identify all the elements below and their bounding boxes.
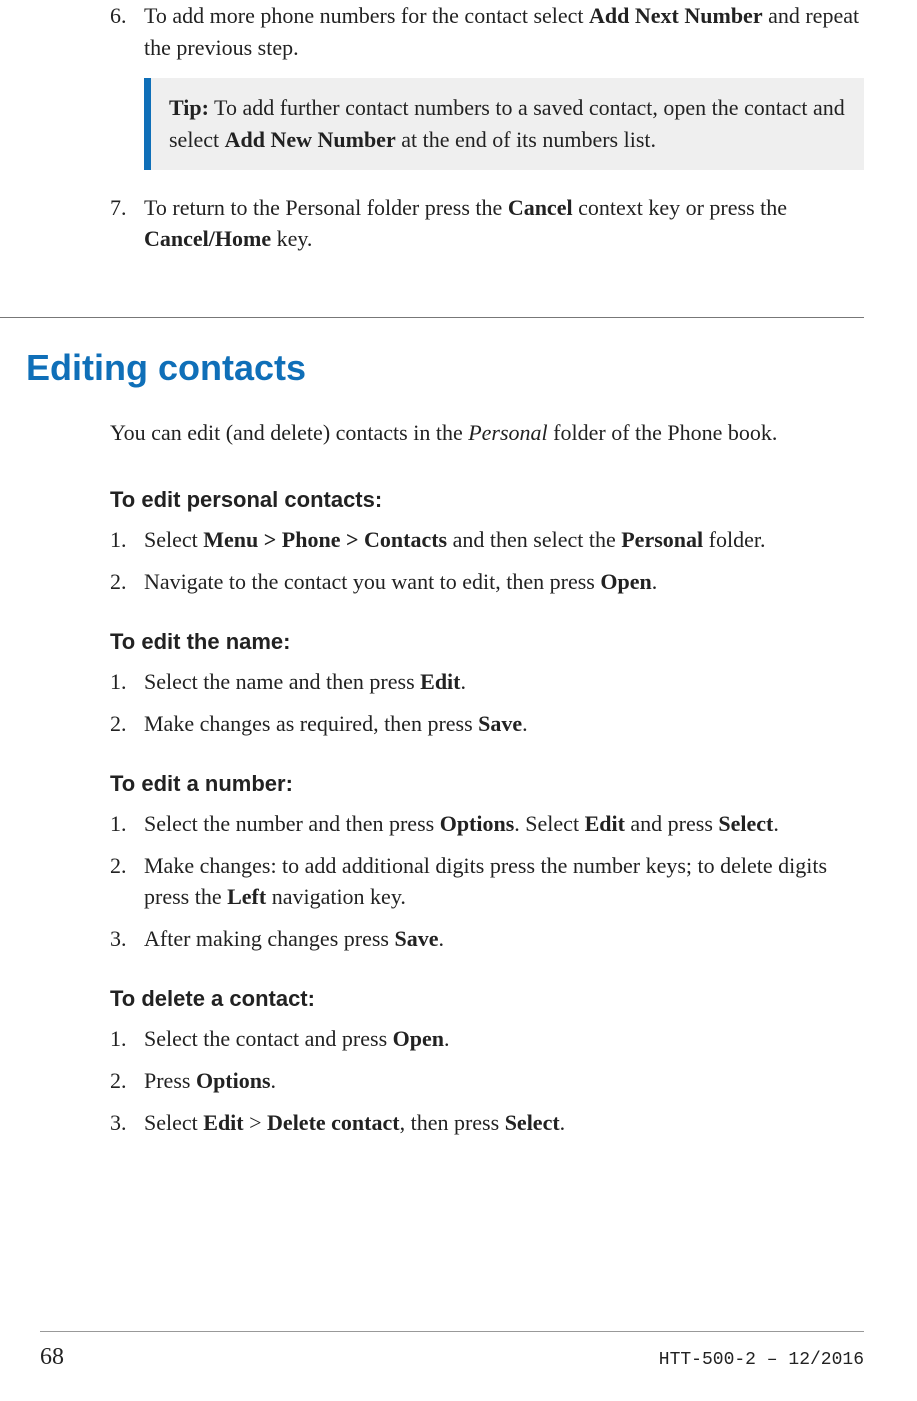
subhead-edit-number: To edit a number:: [110, 768, 864, 800]
step-text: Select Edit > Delete contact, then press…: [144, 1110, 565, 1135]
list-item: 1. Select Menu > Phone > Contacts and th…: [110, 524, 864, 556]
section-intro: You can edit (and delete) contacts in th…: [110, 417, 864, 449]
list-item: 3. After making changes press Save.: [110, 923, 864, 955]
step-number: 3.: [110, 1107, 127, 1139]
step-number: 1.: [110, 524, 127, 556]
page-number: 68: [40, 1344, 64, 1371]
step-number: 1.: [110, 666, 127, 698]
list-item: 1. Select the name and then press Edit.: [110, 666, 864, 698]
list-item: 2. Navigate to the contact you want to e…: [110, 566, 864, 598]
page: 6. To add more phone numbers for the con…: [0, 0, 917, 1401]
continued-steps: 6. To add more phone numbers for the con…: [110, 0, 864, 64]
step-text: After making changes press Save.: [144, 926, 444, 951]
edit-personal-steps: 1. Select Menu > Phone > Contacts and th…: [110, 524, 864, 598]
step-text: To add more phone numbers for the contac…: [144, 3, 859, 60]
step-text: Select Menu > Phone > Contacts and then …: [144, 527, 765, 552]
document-id: HTT-500-2 – 12/2016: [659, 1350, 864, 1370]
list-item: 2. Make changes: to add additional digit…: [110, 850, 864, 914]
step-number: 1.: [110, 808, 127, 840]
subhead-edit-personal: To edit personal contacts:: [110, 484, 864, 516]
section-heading: Editing contacts: [26, 342, 864, 394]
step-number: 1.: [110, 1023, 127, 1055]
list-item: 2. Press Options.: [110, 1065, 864, 1097]
step-text: To return to the Personal folder press t…: [144, 195, 787, 252]
content-area: 6. To add more phone numbers for the con…: [40, 0, 864, 1139]
subhead-delete-contact: To delete a contact:: [110, 983, 864, 1015]
step-text: Navigate to the contact you want to edit…: [144, 569, 657, 594]
step-number: 2.: [110, 708, 127, 740]
step-number: 6.: [110, 0, 127, 32]
list-item: 1. Select the number and then press Opti…: [110, 808, 864, 840]
list-item: 3. Select Edit > Delete contact, then pr…: [110, 1107, 864, 1139]
tip-label: Tip:: [169, 95, 209, 120]
step-text: Make changes: to add additional digits p…: [144, 853, 827, 910]
step-number: 2.: [110, 1065, 127, 1097]
step-text: Select the name and then press Edit.: [144, 669, 466, 694]
step-text: Select the contact and press Open.: [144, 1026, 450, 1051]
step-number: 3.: [110, 923, 127, 955]
tip-callout: Tip: To add further contact numbers to a…: [144, 78, 864, 170]
step-6: 6. To add more phone numbers for the con…: [110, 0, 864, 64]
page-footer: 68 HTT-500-2 – 12/2016: [40, 1331, 864, 1371]
continued-steps-2: 7. To return to the Personal folder pres…: [110, 192, 864, 256]
subhead-edit-name: To edit the name:: [110, 626, 864, 658]
delete-contact-steps: 1. Select the contact and press Open. 2.…: [110, 1023, 864, 1139]
list-item: 1. Select the contact and press Open.: [110, 1023, 864, 1055]
list-item: 2. Make changes as required, then press …: [110, 708, 864, 740]
edit-number-steps: 1. Select the number and then press Opti…: [110, 808, 864, 956]
step-number: 2.: [110, 566, 127, 598]
step-7: 7. To return to the Personal folder pres…: [110, 192, 864, 256]
step-text: Select the number and then press Options…: [144, 811, 779, 836]
edit-name-steps: 1. Select the name and then press Edit. …: [110, 666, 864, 740]
step-text: Make changes as required, then press Sav…: [144, 711, 528, 736]
section-divider: [0, 317, 864, 318]
tip-text: To add further contact numbers to a save…: [169, 95, 845, 152]
step-text: Press Options.: [144, 1068, 276, 1093]
step-number: 2.: [110, 850, 127, 882]
step-number: 7.: [110, 192, 127, 224]
